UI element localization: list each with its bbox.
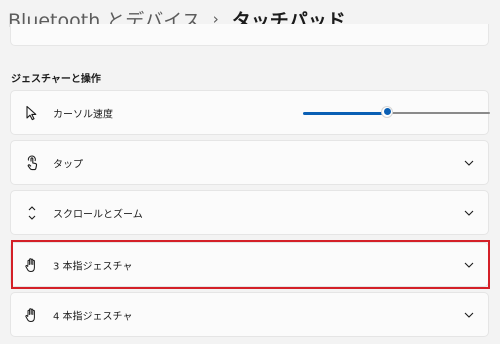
setting-label: カーソル速度 bbox=[53, 109, 113, 120]
slider-thumb[interactable] bbox=[381, 105, 393, 118]
setting-label: スクロールとズーム bbox=[53, 209, 143, 220]
cursor-icon bbox=[24, 105, 40, 121]
section-header-gestures: ジェスチャーと操作 bbox=[11, 74, 101, 85]
setting-label: タップ bbox=[53, 159, 83, 170]
cursor-speed-slider[interactable] bbox=[303, 105, 490, 119]
setting-row-scroll-zoom[interactable]: スクロールとズーム bbox=[10, 190, 489, 235]
setting-row-tap[interactable]: タップ bbox=[10, 140, 489, 185]
hand-icon bbox=[24, 257, 40, 273]
tap-icon bbox=[24, 155, 40, 171]
setting-row-four-finger-gestures[interactable]: 4 本指ジェスチャ bbox=[10, 292, 489, 337]
previous-settings-card bbox=[10, 24, 489, 46]
slider-track-fill bbox=[303, 111, 387, 115]
chevron-down-icon[interactable] bbox=[464, 158, 474, 168]
setting-row-three-finger-gestures[interactable]: 3 本指ジェスチャ bbox=[10, 242, 489, 287]
chevron-down-icon[interactable] bbox=[464, 208, 474, 218]
setting-row-cursor-speed: カーソル速度 bbox=[10, 90, 490, 135]
scroll-zoom-icon bbox=[24, 205, 40, 221]
chevron-down-icon[interactable] bbox=[464, 310, 474, 320]
setting-label: 3 本指ジェスチャ bbox=[53, 261, 133, 272]
hand-icon bbox=[24, 307, 40, 323]
chevron-down-icon[interactable] bbox=[464, 260, 474, 270]
slider-track bbox=[387, 111, 490, 114]
setting-label: 4 本指ジェスチャ bbox=[53, 311, 133, 322]
